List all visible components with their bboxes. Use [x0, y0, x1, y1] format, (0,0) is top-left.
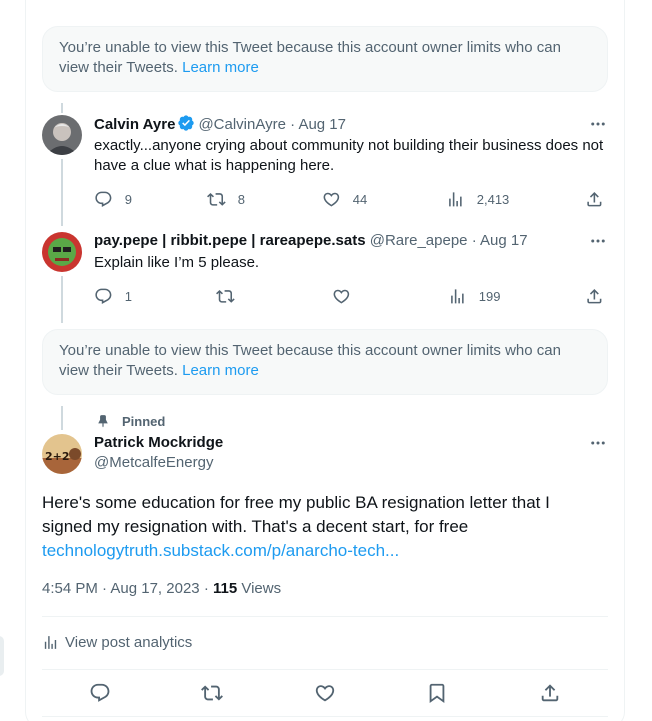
more-icon[interactable] [588, 433, 608, 453]
reply-count: 1 [124, 288, 132, 304]
reply-actions: 9 8 44 2,413 [94, 189, 608, 209]
more-icon[interactable] [588, 114, 608, 134]
like-button[interactable] [314, 682, 336, 704]
views-icon [44, 635, 57, 649]
thread-connector [61, 276, 63, 323]
share-icon [541, 684, 559, 702]
like-count: 44 [352, 191, 368, 207]
reply-actions: 1 199 [94, 286, 608, 306]
author-handle[interactable]: @Rare_apepe [370, 232, 468, 249]
reply-header: Calvin Ayre @CalvinAyre · Aug 17 [94, 114, 346, 135]
divider [42, 669, 608, 670]
separator-dot: · [102, 580, 108, 597]
author-handle[interactable]: @CalvinAyre [198, 116, 285, 133]
views-label: Views [241, 580, 282, 597]
like-icon [323, 192, 340, 207]
post-date[interactable]: Aug 17 [480, 232, 528, 249]
reply-count: 9 [124, 191, 132, 207]
reply-button[interactable]: 1 [94, 286, 132, 306]
notice-text: You’re unable to view this Tweet because… [59, 39, 561, 76]
reply-button[interactable] [89, 682, 111, 704]
post-time[interactable]: 4:54 PM [42, 580, 98, 597]
post-link[interactable]: technologytruth.substack.com/p/anarcho-t… [42, 541, 399, 560]
separator-dot: · [203, 580, 209, 597]
post-date[interactable]: Aug 17, 2023 [110, 580, 199, 597]
repost-button[interactable] [201, 682, 223, 704]
share-button[interactable] [539, 682, 561, 704]
view-analytics-link[interactable]: View post analytics [42, 632, 192, 652]
post-timestamp-row: 4:54 PM · Aug 17, 2023 · 115 Views [42, 579, 281, 599]
learn-more-link[interactable]: Learn more [182, 59, 259, 76]
post-body: Here's some education for free my public… [42, 493, 550, 536]
restricted-tweet-notice: You’re unable to view this Tweet because… [42, 329, 608, 395]
views-count: 115 [212, 580, 238, 597]
views-icon [449, 191, 462, 207]
restricted-tweet-notice: You’re unable to view this Tweet because… [42, 26, 608, 92]
verified-badge-icon [178, 115, 195, 131]
side-panel-edge [0, 636, 4, 676]
views-count: 199 [478, 288, 501, 304]
share-button[interactable] [585, 286, 604, 306]
thread-connector [61, 103, 63, 113]
avatar[interactable] [42, 232, 82, 272]
views-icon [451, 288, 464, 304]
pin-icon [98, 415, 108, 428]
author-name[interactable]: pay.pepe | ribbit.pepe | rareapepe.sats [94, 232, 366, 249]
pinned-label: Pinned [122, 413, 166, 429]
avatar[interactable] [42, 115, 82, 155]
repost-button[interactable] [216, 286, 247, 306]
divider [42, 716, 608, 717]
separator-dot: · [290, 116, 296, 133]
views-count: 2,413 [476, 191, 510, 207]
views-button[interactable]: 199 [448, 286, 500, 306]
reply-text: exactly...anyone crying about community … [94, 137, 604, 174]
share-icon [587, 191, 602, 207]
views-button[interactable]: 2,413 [446, 189, 509, 209]
like-icon [333, 289, 350, 304]
avatar[interactable]: 2+2= [42, 434, 82, 474]
repost-icon [201, 685, 223, 701]
post-date[interactable]: Aug 17 [298, 116, 346, 133]
pinned-indicator: Pinned [94, 411, 165, 431]
post-text: Here's some education for free my public… [42, 491, 602, 563]
author-name[interactable]: Patrick Mockridge [94, 434, 223, 451]
like-button[interactable]: 44 [322, 189, 367, 209]
reply-icon [90, 683, 110, 702]
share-icon [587, 288, 602, 304]
reply-button[interactable]: 9 [94, 189, 132, 209]
like-button[interactable] [332, 286, 363, 306]
reply-text: Explain like I’m 5 please. [94, 254, 260, 271]
post-author-handle: @MetcalfeEnergy [94, 453, 213, 473]
thread-connector [61, 159, 63, 226]
author-handle[interactable]: @MetcalfeEnergy [94, 454, 213, 471]
thread-connector [61, 406, 63, 430]
reply-icon [95, 191, 112, 207]
repost-button[interactable]: 8 [207, 189, 245, 209]
author-name[interactable]: Calvin Ayre [94, 116, 175, 133]
bookmark-icon [429, 683, 445, 704]
reply-header: pay.pepe | ribbit.pepe | rareapepe.sats … [94, 231, 528, 251]
bookmark-button[interactable] [426, 682, 448, 704]
more-icon[interactable] [588, 231, 608, 251]
repost-icon [216, 289, 235, 303]
divider [42, 616, 608, 617]
like-icon [315, 685, 335, 702]
post-author: Patrick Mockridge [94, 433, 223, 453]
reply-icon [95, 288, 112, 304]
separator-dot: · [471, 232, 477, 249]
repost-icon [207, 192, 226, 206]
analytics-label: View post analytics [65, 633, 193, 651]
learn-more-link[interactable]: Learn more [182, 362, 259, 379]
share-button[interactable] [585, 189, 604, 209]
repost-count: 8 [237, 191, 245, 207]
notice-text: You’re unable to view this Tweet because… [59, 342, 561, 379]
